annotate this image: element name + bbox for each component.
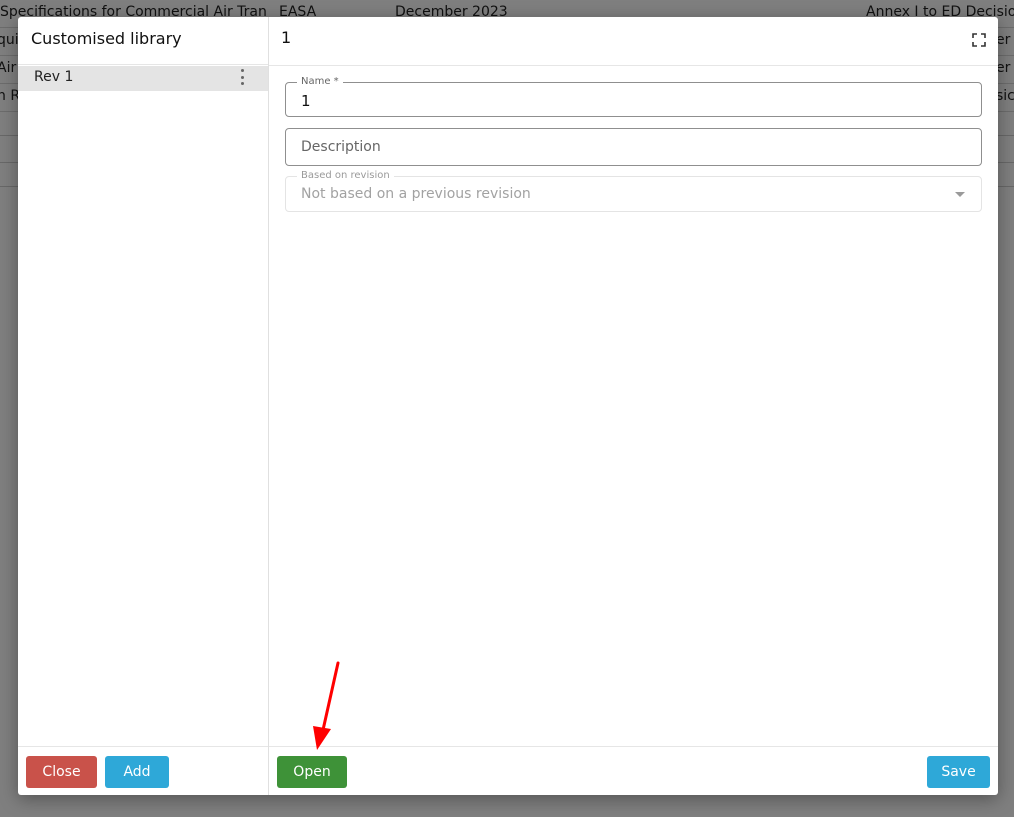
page-title: 1 bbox=[281, 28, 292, 47]
detail-header: 1 bbox=[269, 17, 998, 66]
sidebar-footer: Close Add bbox=[18, 746, 268, 795]
caret-down-icon bbox=[955, 192, 965, 197]
detail-footer: Open Save bbox=[269, 746, 998, 795]
open-button[interactable]: Open bbox=[277, 756, 347, 788]
more-vert-icon[interactable] bbox=[239, 69, 245, 85]
revision-dialog: Customised library Rev 1 Close Add 1 Nam… bbox=[18, 17, 998, 795]
save-button[interactable]: Save bbox=[927, 756, 990, 788]
name-field[interactable]: Name * 1 bbox=[285, 76, 982, 117]
name-field-value: 1 bbox=[301, 92, 311, 110]
sidebar-item-rev-1[interactable]: Rev 1 bbox=[18, 66, 268, 91]
based-on-revision-label: Based on revision bbox=[297, 170, 394, 181]
close-button[interactable]: Close bbox=[26, 756, 97, 788]
name-field-label: Name * bbox=[297, 76, 343, 87]
based-on-revision-value: Not based on a previous revision bbox=[301, 186, 531, 202]
revision-detail: 1 Name * 1 Description Based on revision… bbox=[269, 17, 998, 795]
add-button[interactable]: Add bbox=[105, 756, 169, 788]
fullscreen-icon[interactable] bbox=[972, 33, 986, 47]
revision-sidebar: Customised library Rev 1 Close Add bbox=[18, 17, 269, 795]
description-field-placeholder: Description bbox=[301, 139, 381, 155]
based-on-revision-select[interactable]: Based on revision Not based on a previou… bbox=[285, 170, 982, 212]
sidebar-title: Customised library bbox=[18, 17, 268, 65]
sidebar-item-label: Rev 1 bbox=[34, 69, 74, 85]
description-field[interactable]: Description bbox=[285, 128, 982, 166]
